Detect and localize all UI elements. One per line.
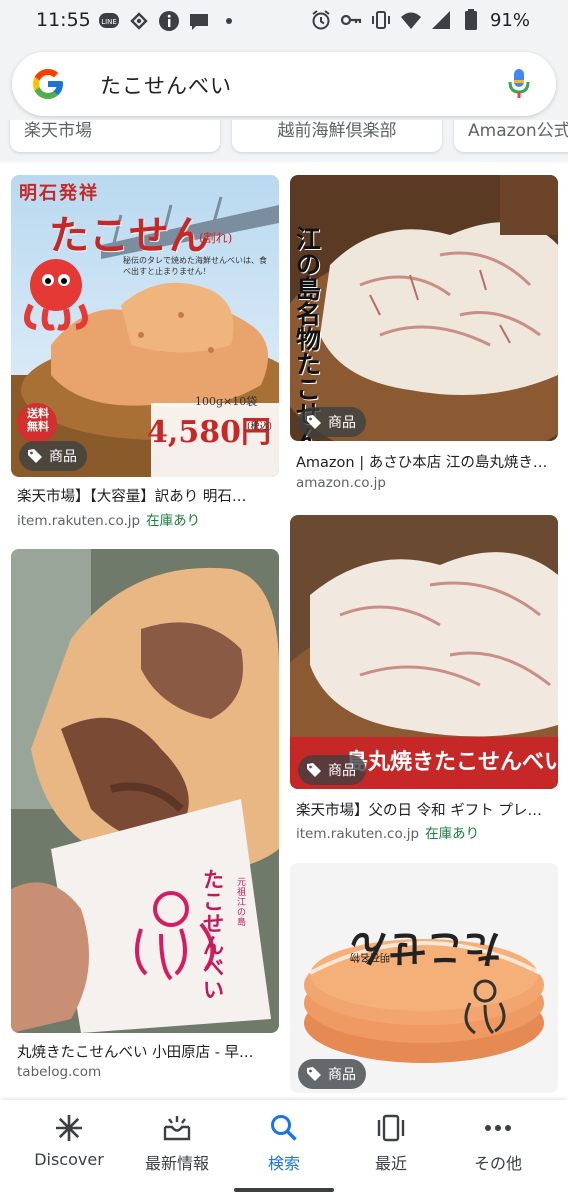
nav-label: 最新情報 bbox=[144, 1154, 209, 1173]
product-badge: 商品 bbox=[19, 441, 87, 471]
alarm-icon bbox=[310, 9, 332, 31]
battery-percent: 91% bbox=[489, 9, 530, 31]
result-domain: item.rakuten.co.jp bbox=[296, 826, 420, 842]
result-image-1[interactable]: 明石発祥 たこせん (割れ) 秘伝のタレで焼めた海鮮せんべいは、食べ出すと止まり… bbox=[11, 175, 279, 477]
tag-icon bbox=[28, 449, 42, 463]
result-image-3[interactable]: たこせんべい 元祖 江の島 bbox=[11, 549, 279, 1033]
bottom-navigation: Discover 最新情報 検索 最近 その他 bbox=[0, 1100, 568, 1200]
nav-discover[interactable]: Discover bbox=[14, 1112, 124, 1169]
nav-label: その他 bbox=[473, 1154, 522, 1173]
dot-icon bbox=[218, 10, 240, 32]
wifi-icon bbox=[400, 9, 422, 31]
result-title[interactable]: Amazon | あさひ本店 江の島丸焼き… bbox=[296, 451, 564, 472]
nav-label: 最近 bbox=[374, 1154, 407, 1173]
nav-label: Discover bbox=[34, 1150, 104, 1169]
filter-chips: 楽天市場 越前海鮮倶楽部 Amazon公式 bbox=[0, 120, 568, 162]
stock-status: 在庫あり bbox=[425, 826, 480, 842]
free-shipping-badge: 送料 無料 bbox=[23, 407, 53, 433]
result-card-5[interactable]: たこせん 明石名物 商品 bbox=[290, 863, 558, 1095]
image-note-text: 秘伝のタレで焼めた海鮮せんべいは、食べ出すと止まりません！ bbox=[123, 256, 267, 277]
result-card-1[interactable]: 明石発祥 たこせん (割れ) 秘伝のタレで焼めた海鮮せんべいは、食べ出すと止まり… bbox=[11, 175, 279, 535]
vibrate-icon bbox=[370, 9, 392, 31]
status-notification-icons: LINE bbox=[98, 10, 240, 32]
signal-icon bbox=[430, 9, 452, 31]
voice-icon bbox=[128, 10, 150, 32]
status-bar: 11:55 LINE 91% bbox=[0, 0, 568, 42]
result-domain: item.rakuten.co.jp bbox=[17, 513, 141, 529]
image-brand-text: 明石発祥 bbox=[19, 183, 99, 204]
search-header: たこせんべい bbox=[0, 42, 568, 132]
result-title[interactable]: 楽天市場】【大容量】訳あり 明石… bbox=[17, 485, 285, 506]
chat-icon bbox=[188, 10, 210, 32]
badge-label: 商品 bbox=[49, 449, 77, 465]
search-icon bbox=[268, 1112, 300, 1144]
image-tax-text: (税込) bbox=[247, 422, 273, 432]
stock-status: 在庫あり bbox=[146, 513, 201, 529]
image-sub-text: (割れ) bbox=[199, 231, 233, 245]
result-card-3[interactable]: たこせんべい 元祖 江の島 丸焼きたこせんべい 小田原店 - 早… tabelo… bbox=[11, 549, 279, 1084]
badge-label: 商品 bbox=[328, 1067, 356, 1083]
nav-recent[interactable]: 最近 bbox=[336, 1112, 446, 1174]
line-icon: LINE bbox=[98, 10, 120, 32]
product-badge: 商品 bbox=[298, 407, 366, 437]
nav-more[interactable]: その他 bbox=[443, 1112, 553, 1174]
result-image-4[interactable]: 島丸焼きたこせんべい 商品 bbox=[290, 515, 558, 789]
result-source: item.rakuten.co.jp 在庫あり bbox=[296, 822, 479, 842]
result-title[interactable]: 楽天市場】父の日 令和 ギフト プレ… bbox=[296, 799, 564, 820]
nav-updates[interactable]: 最新情報 bbox=[122, 1112, 232, 1174]
chip-rakuten[interactable]: 楽天市場 bbox=[10, 120, 220, 152]
result-source: item.rakuten.co.jp 在庫あり bbox=[17, 509, 200, 529]
svg-text:LINE: LINE bbox=[101, 18, 117, 26]
result-source: tabelog.com bbox=[17, 1064, 101, 1080]
tag-icon bbox=[307, 763, 321, 777]
google-logo-icon[interactable] bbox=[30, 66, 66, 102]
badge-label: 商品 bbox=[328, 763, 356, 779]
chip-echizen[interactable]: 越前海鮮倶楽部 bbox=[232, 120, 442, 152]
result-image-2[interactable]: 江の島名物たこせん 商品 bbox=[290, 175, 558, 441]
product-badge: 商品 bbox=[298, 1059, 366, 1089]
image-headline-text: たこせん bbox=[49, 212, 209, 259]
image-banner-text: 島丸焼きたこせんべい bbox=[346, 749, 558, 775]
badge-label: 商品 bbox=[328, 415, 356, 431]
chip-amazon[interactable]: Amazon公式 bbox=[454, 120, 568, 152]
result-image-5[interactable]: たこせん 明石名物 商品 bbox=[290, 863, 558, 1093]
pack-small-text: 明石名物 bbox=[350, 951, 390, 962]
bag-text: たこせんべい bbox=[203, 867, 224, 1003]
recent-icon bbox=[375, 1112, 407, 1144]
tag-icon bbox=[307, 1067, 321, 1081]
result-card-4[interactable]: 島丸焼きたこせんべい 商品 楽天市場】父の日 令和 ギフト プレ… item.r… bbox=[290, 515, 558, 845]
result-card-2[interactable]: 江の島名物たこせん 商品 Amazon | あさひ本店 江の島丸焼き… amaz… bbox=[290, 175, 558, 497]
microphone-icon[interactable] bbox=[508, 68, 530, 100]
tag-icon bbox=[307, 415, 321, 429]
search-query[interactable]: たこせんべい bbox=[100, 70, 232, 100]
free-shipping-line1: 送料 bbox=[27, 407, 49, 420]
more-icon bbox=[482, 1112, 514, 1144]
search-box[interactable]: たこせんべい bbox=[12, 52, 556, 116]
nav-label: 検索 bbox=[267, 1154, 300, 1173]
home-indicator[interactable] bbox=[234, 1188, 334, 1192]
product-badge: 商品 bbox=[298, 755, 366, 785]
info-icon bbox=[158, 10, 180, 32]
result-domain: tabelog.com bbox=[17, 1064, 102, 1080]
asterisk-icon bbox=[53, 1112, 85, 1144]
updates-icon bbox=[161, 1112, 193, 1144]
result-source: amazon.co.jp bbox=[296, 475, 386, 491]
free-shipping-line2: 無料 bbox=[27, 420, 49, 434]
bag-small-text: 元祖 江の島 bbox=[237, 878, 247, 928]
nav-search[interactable]: 検索 bbox=[229, 1112, 339, 1174]
status-time: 11:55 bbox=[36, 9, 91, 31]
result-domain: amazon.co.jp bbox=[296, 475, 386, 491]
status-system-icons: 91% bbox=[310, 9, 530, 31]
battery-icon bbox=[460, 9, 482, 31]
result-title[interactable]: 丸焼きたこせんべい 小田原店 - 早… bbox=[17, 1041, 285, 1062]
key-icon bbox=[340, 9, 362, 31]
